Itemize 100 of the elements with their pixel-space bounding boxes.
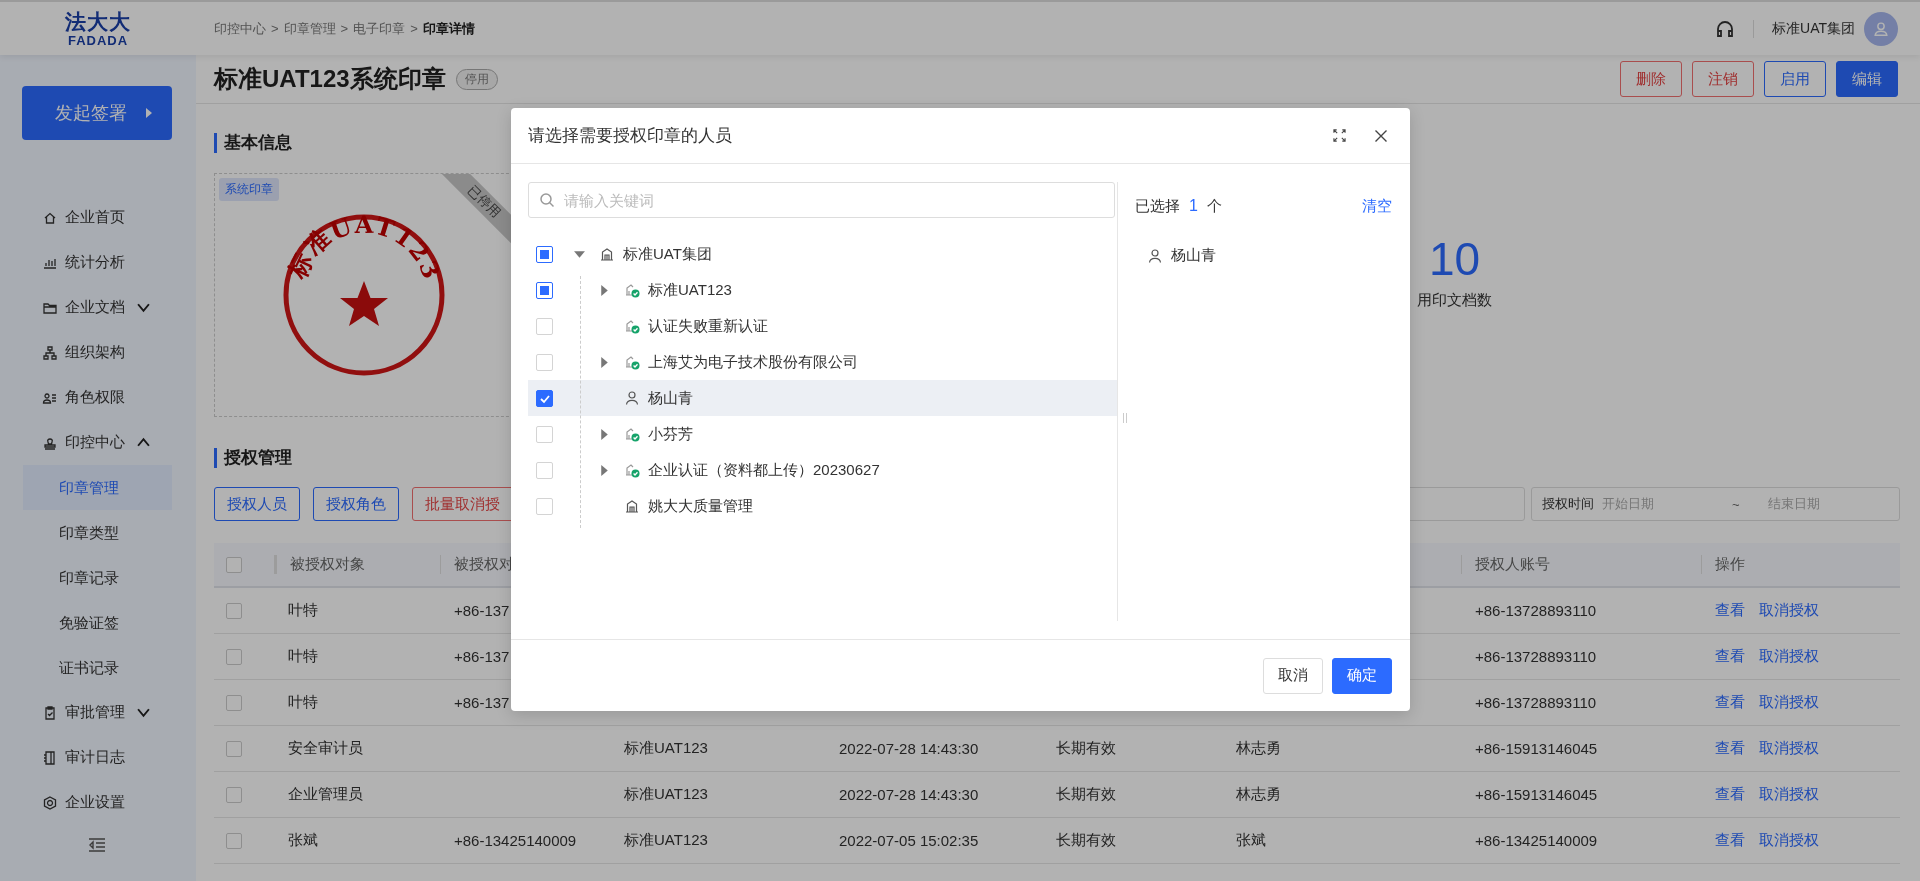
table-link[interactable]: 查看 (1715, 601, 1745, 620)
tree-row[interactable]: 认证失败重新认证 (528, 308, 1117, 344)
menu-item[interactable]: 企业首页 (0, 195, 196, 240)
building-icon (624, 498, 640, 514)
menu-item[interactable]: 角色权限 (0, 375, 196, 420)
menu-item[interactable]: 统计分析 (0, 240, 196, 285)
fullscreen-icon[interactable] (1333, 129, 1346, 142)
search-field[interactable]: 请输入关键词 (528, 182, 1115, 218)
verified-building-icon (624, 354, 640, 370)
menu-item[interactable]: 审计日志 (0, 735, 196, 780)
search-icon (539, 192, 555, 208)
table-link[interactable]: 取消授权 (1759, 601, 1819, 620)
submenu-item[interactable]: 免验证签 (23, 600, 172, 645)
checkbox[interactable] (226, 648, 242, 665)
tree-row[interactable]: 上海艾为电子技术股份有限公司 (528, 344, 1117, 380)
action-button[interactable]: 启用 (1764, 61, 1826, 97)
table-cell: +86-137 (454, 648, 510, 665)
checkbox[interactable] (226, 694, 242, 711)
tree-row[interactable]: 标准UAT集团 (528, 236, 1117, 272)
checkbox[interactable] (226, 832, 242, 849)
building-icon (599, 246, 615, 262)
table-cell: +86-13425140009 (454, 832, 577, 849)
breadcrumb-link[interactable]: 印章详情 (422, 19, 475, 38)
breadcrumb-link[interactable]: 电子印章 (353, 19, 406, 38)
verified-building-icon (624, 462, 640, 478)
table-cell: 2022-07-05 15:02:35 (839, 832, 979, 849)
dialog-button[interactable]: 取消 (1263, 657, 1323, 694)
collapse-icon[interactable] (87, 837, 107, 853)
table-cell: 企业管理员 (288, 785, 363, 802)
menu-item[interactable]: 企业文档 (0, 285, 196, 330)
table-cell: 张斌 (288, 831, 318, 848)
checkbox[interactable] (226, 556, 242, 573)
star-icon (340, 281, 388, 326)
tree-row[interactable]: 标准UAT123 (528, 272, 1117, 308)
date-range-field[interactable]: 授权时间 开始日期 ~ 结束日期 (1531, 487, 1900, 521)
account-name[interactable]: 标准UAT集团 (1772, 19, 1855, 38)
table-cell: 长期有效 (1056, 785, 1116, 802)
caret-icon[interactable] (598, 283, 611, 297)
menu-icon (42, 704, 58, 721)
checkbox[interactable] (226, 740, 242, 757)
resize-handle-icon[interactable] (1122, 412, 1128, 424)
action-button[interactable]: 编辑 (1836, 61, 1898, 97)
checkbox[interactable] (226, 602, 242, 619)
checkbox[interactable] (536, 281, 553, 299)
submenu-item[interactable]: 证书记录 (23, 645, 172, 690)
table-link[interactable]: 查看 (1715, 693, 1745, 712)
action-button[interactable]: 删除 (1620, 61, 1682, 97)
action-button[interactable]: 注销 (1692, 61, 1754, 97)
chevron-icon[interactable] (137, 301, 150, 314)
toolbar-button[interactable]: 授权角色 (313, 487, 399, 521)
verified-building-icon (624, 282, 640, 298)
table-link[interactable]: 取消授权 (1759, 785, 1819, 804)
table-link[interactable]: 查看 (1715, 739, 1745, 758)
checkbox[interactable] (536, 245, 553, 263)
table-link[interactable]: 查看 (1715, 647, 1745, 666)
table-cell: 林志勇 (1236, 785, 1281, 802)
table-link[interactable]: 查看 (1715, 785, 1745, 804)
menu-item[interactable]: 审批管理 (0, 690, 196, 735)
table-cell: 叶特 (288, 693, 318, 710)
menu-item[interactable]: 印控中心 (0, 420, 196, 465)
column-header: 被授权对 (454, 555, 514, 572)
breadcrumb-separator: > (340, 21, 349, 36)
dialog-button[interactable]: 确定 (1332, 657, 1392, 694)
tree-row[interactable]: 姚大大质量管理 (528, 488, 1117, 524)
menu-item[interactable]: 企业设置 (0, 780, 196, 825)
table-link[interactable]: 取消授权 (1759, 831, 1819, 850)
close-icon[interactable] (1374, 128, 1388, 143)
table-link[interactable]: 取消授权 (1759, 693, 1819, 712)
table-link[interactable]: 取消授权 (1759, 739, 1819, 758)
person-icon (1147, 247, 1163, 264)
table-cell: 标准UAT123 (624, 785, 708, 802)
start-signing-button[interactable]: 发起签署 (22, 86, 172, 140)
table-cell: +86-15913146045 (1475, 740, 1598, 757)
checkbox[interactable] (226, 786, 242, 803)
table-cell: +86-13728893110 (1475, 602, 1597, 619)
stat-label: 用印文档数 (1417, 291, 1492, 310)
submenu-item[interactable]: 印章管理 (23, 465, 172, 510)
breadcrumb-link[interactable]: 印章管理 (283, 19, 336, 38)
tree-row[interactable]: 杨山青 (528, 380, 1117, 416)
logo[interactable]: 法大大 FADADA (0, 10, 196, 47)
chevron-icon[interactable] (137, 436, 150, 449)
toolbar-button[interactable]: 授权人员 (214, 487, 300, 521)
checkbox[interactable] (536, 389, 553, 407)
table-link[interactable]: 取消授权 (1759, 647, 1819, 666)
menu-item[interactable]: 组织架构 (0, 330, 196, 375)
chevron-icon[interactable] (137, 706, 150, 719)
submenu-item[interactable]: 印章记录 (23, 555, 172, 600)
table-link[interactable]: 查看 (1715, 831, 1745, 850)
selected-count: 已选择 1 个 (1135, 196, 1222, 216)
breadcrumb-separator: > (271, 21, 279, 36)
caret-icon[interactable] (598, 427, 611, 441)
status-badge: 停用 (455, 68, 498, 90)
clear-link[interactable]: 清空 (1362, 196, 1392, 216)
caret-icon[interactable] (598, 355, 611, 369)
breadcrumb-link[interactable]: 印控中心 (214, 19, 266, 38)
caret-icon[interactable] (598, 463, 611, 477)
table-cell: 长期有效 (1056, 739, 1116, 756)
caret-icon (145, 107, 153, 119)
headset-icon[interactable] (1715, 18, 1736, 39)
submenu-item[interactable]: 印章类型 (23, 510, 172, 555)
